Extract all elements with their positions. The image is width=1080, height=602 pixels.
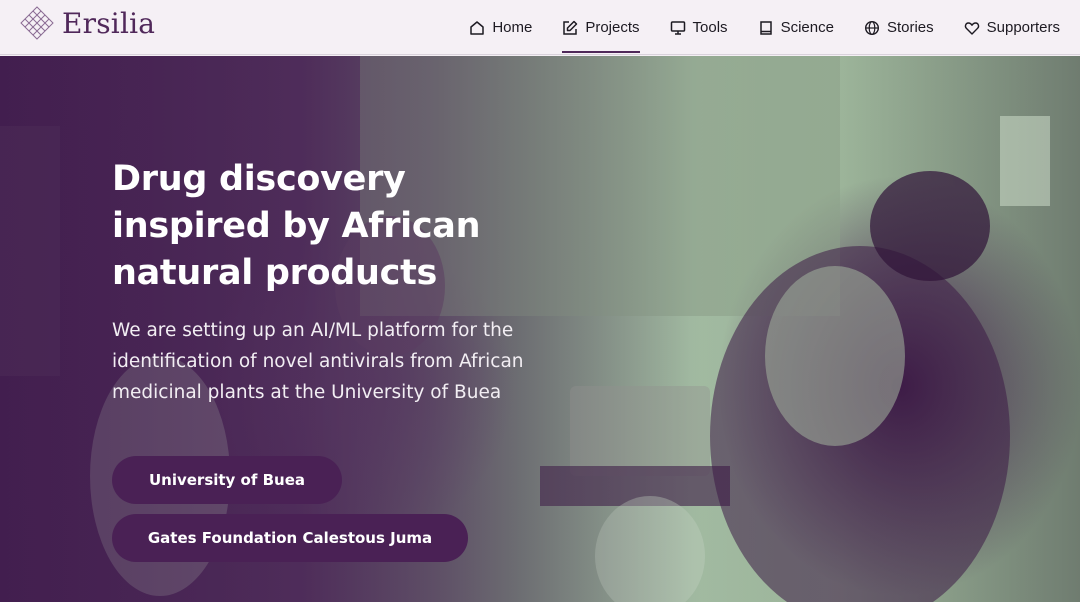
brand-name: Ersilia (62, 6, 156, 40)
heart-icon (964, 21, 979, 35)
nav-item-science[interactable]: Science (758, 0, 834, 55)
hero-text: Drug discovery inspired by African natur… (112, 156, 532, 408)
nav-label-tools: Tools (692, 19, 728, 36)
hero-title: Drug discovery inspired by African natur… (112, 159, 481, 293)
monitor-icon (670, 20, 685, 35)
globe-icon (864, 20, 879, 35)
nav-label-projects: Projects (585, 19, 640, 36)
top-navbar: Ersilia Home Projects Tools Science Stor… (0, 0, 1080, 55)
nav-item-tools[interactable]: Tools (670, 0, 728, 55)
university-of-buea-button[interactable]: University of Buea (112, 456, 342, 504)
nav-label-science: Science (780, 19, 834, 36)
nav-item-home[interactable]: Home (469, 0, 532, 55)
book-icon (759, 20, 772, 35)
hero-subtitle: We are setting up an AI/ML platform for … (112, 320, 524, 403)
nav-label-stories: Stories (886, 19, 934, 36)
main-nav: Home Projects Tools Science Stories Supp… (439, 0, 1060, 55)
nav-label-supporters: Supporters (986, 19, 1060, 36)
nav-label-home: Home (492, 19, 533, 36)
nav-item-supporters[interactable]: Supporters (964, 0, 1060, 55)
nav-item-stories[interactable]: Stories (864, 0, 934, 55)
gates-foundation-button[interactable]: Gates Foundation Calestous Juma (112, 514, 468, 562)
hero-section: Drug discovery inspired by African natur… (0, 56, 1080, 602)
diamond-lattice-icon (20, 6, 54, 40)
brand-logo[interactable]: Ersilia (20, 6, 155, 40)
edit-icon (563, 20, 578, 35)
home-icon (470, 20, 485, 35)
nav-item-projects[interactable]: Projects (562, 0, 640, 55)
